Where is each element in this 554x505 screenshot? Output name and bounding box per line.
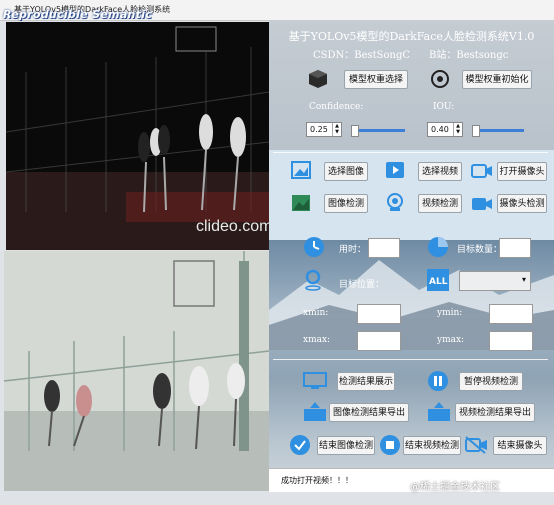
xmax-field (357, 331, 401, 351)
ymax-label: ymax: (437, 335, 465, 345)
select-video-button[interactable]: 选择视频 (418, 162, 462, 181)
bilibili-label: B站：Bestsongc (429, 50, 509, 61)
export-image-icon (304, 402, 326, 421)
landscape-icon (292, 195, 310, 211)
camera-off-icon (465, 436, 487, 454)
clock-icon (304, 237, 324, 257)
pause-icon (428, 371, 448, 391)
pause-video-detect-button[interactable]: 暂停视频检测 (459, 372, 523, 391)
iou-value: 0.40 (431, 125, 449, 134)
target-select-dropdown[interactable]: ▾ (459, 271, 531, 291)
svg-text:ALL: ALL (429, 277, 448, 287)
camera-icon (471, 164, 492, 178)
control-panel: 基于YOLOv5模型的DarkFace人脸检测系统V1.0 CSDN：BestS… (269, 20, 554, 492)
camcorder-icon (472, 198, 492, 210)
xmax-label: xmax: (303, 335, 331, 345)
export-video-results-button[interactable]: 视频检测结果导出 (455, 403, 535, 422)
end-image-detect-button[interactable]: 结束图像检测 (317, 436, 375, 455)
divider (273, 359, 548, 360)
time-label: 用时： (339, 245, 367, 255)
camera-detect-button[interactable]: 摄像头检测 (497, 194, 547, 213)
confidence-value: 0.25 (310, 125, 328, 134)
time-field (368, 238, 400, 258)
xmin-label: xmin: (303, 308, 329, 318)
spin-arrows-icon[interactable]: ▲ ▼ (332, 123, 341, 136)
location-pin-icon (305, 269, 321, 291)
spin-arrows-icon[interactable]: ▲ ▼ (453, 123, 462, 136)
divider (273, 152, 548, 153)
display-icon (303, 372, 327, 389)
app-window: 基于YOLOv5模型的DarkFace人脸检测系统 Reproducible S… (0, 0, 554, 505)
gear-icon (431, 70, 449, 88)
end-camera-button[interactable]: 结束摄像头 (493, 436, 547, 455)
video-detect-button[interactable]: 视频检测 (418, 194, 462, 213)
model-weight-init-button[interactable]: 模型权重初始化 (462, 70, 532, 89)
confidence-slider[interactable] (351, 125, 405, 137)
chevron-down-icon: ▾ (521, 275, 526, 284)
detection-result-scene (4, 251, 269, 491)
model-weight-select-button[interactable]: 模型权重选择 (344, 70, 408, 89)
video-display-top: clideo.com (6, 22, 269, 250)
stop-video-icon (380, 435, 400, 455)
logo-overlay: Reproducible Semantic (3, 8, 153, 21)
open-camera-button[interactable]: 打开摄像头 (497, 162, 547, 181)
webcam-icon (387, 193, 403, 211)
ymin-label: ymin: (437, 308, 463, 318)
csdn-label: CSDN：BestSongC (313, 50, 411, 61)
basketball-court-scene (6, 22, 269, 250)
app-title: 基于YOLOv5模型的DarkFace人脸检测系统V1.0 (288, 30, 535, 43)
target-count-field (499, 238, 531, 258)
export-video-icon (428, 402, 450, 421)
all-grid-icon: ALL (427, 269, 449, 291)
check-circle-icon (290, 435, 310, 455)
cube-icon (309, 70, 327, 88)
video-watermark: clideo.com (196, 218, 269, 235)
image-detect-button[interactable]: 图像检测 (324, 194, 368, 213)
ymax-field (489, 331, 533, 351)
iou-slider[interactable] (472, 125, 524, 137)
iou-label: IOU: (433, 102, 455, 112)
target-count-label: 目标数量： (457, 245, 503, 255)
image-icon (291, 161, 311, 179)
status-message: 成功打开视频！！！ (281, 476, 353, 485)
end-video-detect-button[interactable]: 结束视频检测 (403, 436, 461, 455)
confidence-label: Confidence: (309, 102, 364, 112)
show-results-button[interactable]: 检测结果展示 (337, 372, 395, 391)
video-icon (386, 162, 404, 178)
confidence-spinbox[interactable]: 0.25 ▲ ▼ (306, 122, 342, 137)
pie-chart-icon (428, 237, 448, 257)
select-image-button[interactable]: 选择图像 (324, 162, 368, 181)
ymin-field (489, 304, 533, 324)
iou-spinbox[interactable]: 0.40 ▲ ▼ (427, 122, 463, 137)
site-watermark: @稀土掘金技术社区 (410, 482, 500, 493)
video-display-bottom (4, 251, 269, 491)
xmin-field (357, 304, 401, 324)
target-position-label: 目标位置： (339, 280, 385, 290)
export-image-results-button[interactable]: 图像检测结果导出 (329, 403, 409, 422)
